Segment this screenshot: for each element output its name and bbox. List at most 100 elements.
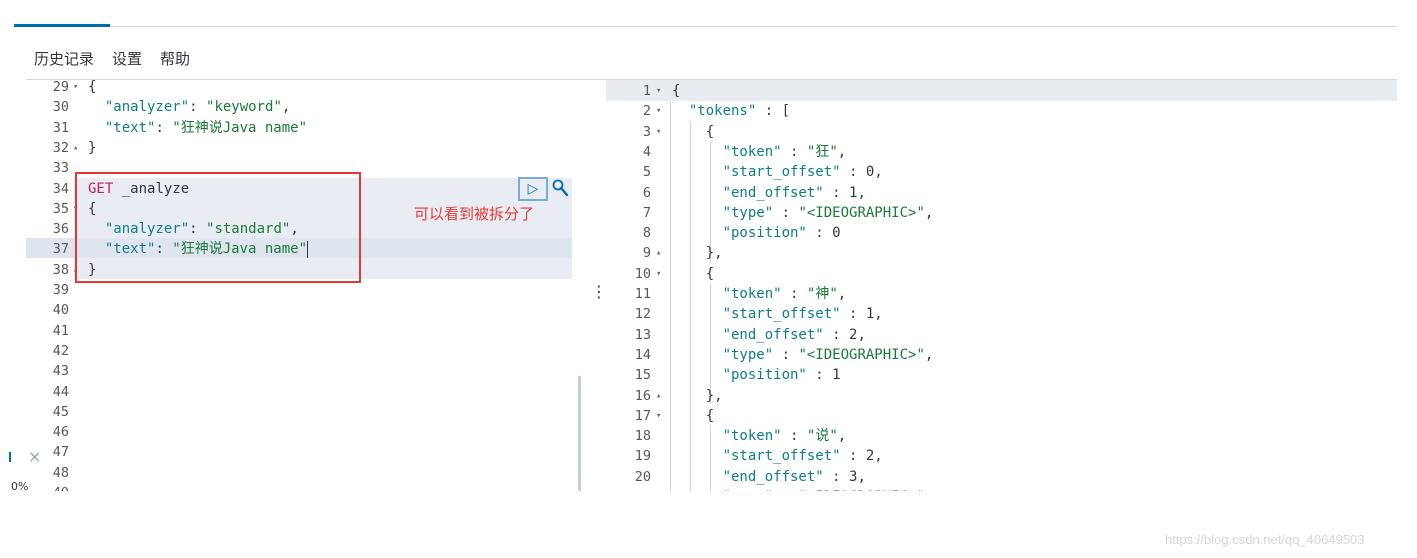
fold-open-icon[interactable]: ▾ (656, 264, 666, 284)
output-line: 4 "token" : "狂", (606, 142, 1397, 162)
line-number: 4 (642, 143, 651, 160)
line-number: 9 (642, 245, 651, 262)
line-number: 11 (634, 286, 651, 302)
active-tab-indicator (14, 24, 110, 27)
line-number: 1 (642, 83, 651, 99)
percent-label: 0% (11, 480, 29, 493)
fold-open-icon[interactable]: ▾ (656, 81, 666, 101)
line-number: 16 (634, 387, 651, 404)
code-text: "analyzer": "keyword", (104, 99, 291, 116)
code-text: { (672, 83, 681, 99)
fold-close-icon[interactable]: ▴ (73, 138, 83, 158)
vertical-dots-icon[interactable]: ⋮ (591, 282, 607, 302)
editor-line: 41 (26, 321, 586, 341)
code-text: { (672, 407, 715, 424)
line-number: 46 (52, 424, 69, 441)
line-number: 49 (26, 483, 69, 491)
line-number: 13 (634, 326, 651, 343)
line-number: 39 (52, 282, 69, 298)
output-line: 17 ▾ { (606, 406, 1397, 426)
code-text: "token" : "狂", (722, 143, 847, 160)
wrench-icon[interactable] (550, 177, 572, 201)
editor-line: 43 (26, 361, 586, 381)
output-line: 12 "start_offset" : 1, (606, 304, 1397, 324)
line-number: 33 (52, 160, 69, 177)
line-number: 20 (634, 468, 651, 485)
fold-open-icon[interactable]: ▾ (656, 406, 666, 426)
line-number: 6 (642, 184, 651, 201)
line-number: 5 (642, 164, 651, 181)
output-line: 19 "start_offset" : 2, (606, 446, 1397, 466)
editor-line: 42 (26, 341, 586, 361)
annotation-highlight-box (75, 172, 361, 283)
line-number: 36 (52, 221, 69, 238)
code-text: "position" : 1 (722, 367, 841, 384)
line-number: 3 (642, 123, 651, 140)
code-text: "end_offset" : 1, (722, 184, 866, 201)
fold-close-icon[interactable]: ▴ (656, 386, 666, 406)
menu-history[interactable]: 历史记录 (34, 48, 94, 70)
editor-line: 44 (26, 382, 586, 402)
annotation-text: 可以看到被拆分了 (414, 205, 535, 223)
code-text: "type" : "<IDEOGRAPHIC>", (722, 346, 934, 363)
output-line: 15 "position" : 1 (606, 365, 1397, 385)
output-line: 13 "end_offset" : 2, (606, 325, 1397, 345)
line-number: 19 (634, 448, 651, 465)
code-text: "token" : "说", (722, 428, 847, 445)
code-text: "end_offset" : 2, (722, 326, 866, 343)
watermark: https://blog.csdn.net/qq_40649503 (1165, 532, 1365, 547)
line-number: 2 (642, 103, 651, 120)
code-text: "type" : "<IDEOGRAPHIC>", (722, 204, 934, 221)
editor-line: 31 "text": "狂神说Java name" (26, 118, 586, 138)
code-text: "end_offset" : 3, (722, 468, 866, 485)
line-number: 7 (642, 204, 651, 221)
editor-line: 30 "analyzer": "keyword", (26, 97, 586, 117)
line-number: 40 (52, 302, 69, 319)
play-icon[interactable]: ▷ (518, 177, 548, 201)
code-text: "start_offset" : 0, (722, 164, 883, 181)
line-number: 14 (634, 346, 651, 363)
line-number: 38 (52, 261, 69, 278)
line-number: 10 (634, 265, 651, 282)
code-text: "position" : 0 (722, 225, 841, 242)
line-number: 31 (52, 119, 69, 136)
output-line: 10 ▾ { (606, 264, 1397, 284)
fold-close-icon[interactable]: ▴ (656, 243, 666, 263)
console-menu: 历史记录 设置 帮助 (34, 48, 190, 70)
line-number: 12 (634, 306, 651, 323)
editor-scrollbar[interactable] (578, 376, 581, 491)
response-output[interactable]: 1 ▾{2 ▾ "tokens" : [3 ▾ {4 "token" : "狂", 5 … (606, 80, 1397, 491)
output-line: 8 "position" : 0 (606, 223, 1397, 243)
request-editor[interactable]: 29 ▾{30 "analyzer": "keyword", 31 "text": … (26, 80, 586, 491)
line-number: 32 (52, 139, 69, 156)
line-number: 45 (52, 403, 69, 420)
close-icon[interactable]: × (28, 449, 42, 465)
editor-line: 39 (26, 280, 586, 300)
fold-open-icon[interactable]: ▾ (656, 122, 666, 142)
line-number: 8 (642, 225, 651, 242)
menu-help[interactable]: 帮助 (160, 48, 190, 70)
fold-open-icon[interactable]: ▾ (656, 101, 666, 121)
code-text: "tokens" : [ (688, 103, 791, 120)
line-number: 37 (52, 241, 69, 258)
editor-line: 46 (26, 422, 586, 442)
output-line: 21 "type" : "<IDEOGRAPHIC>", (606, 487, 1397, 491)
output-line: 20 "end_offset" : 3, (606, 467, 1397, 487)
code-text: { (88, 80, 97, 95)
line-number: 42 (52, 342, 69, 359)
output-line: 9 ▴ }, (606, 243, 1397, 263)
output-line: 18 "token" : "说", (606, 426, 1397, 446)
line-number: 15 (634, 367, 651, 384)
fold-open-icon[interactable]: ▾ (73, 80, 83, 97)
line-number: 18 (634, 428, 651, 445)
code-text: }, (672, 387, 723, 404)
output-line: 7 "type" : "<IDEOGRAPHIC>", (606, 203, 1397, 223)
editor-line: 40 (26, 300, 586, 320)
code-text: { (672, 265, 715, 282)
top-tab-bar-divider (14, 26, 1397, 27)
editor-line: 32 ▴} (26, 138, 586, 158)
code-text: } (88, 139, 97, 156)
output-line: 5 "start_offset" : 0, (606, 162, 1397, 182)
code-text: "token" : "神", (722, 286, 847, 302)
menu-settings[interactable]: 设置 (112, 48, 142, 70)
